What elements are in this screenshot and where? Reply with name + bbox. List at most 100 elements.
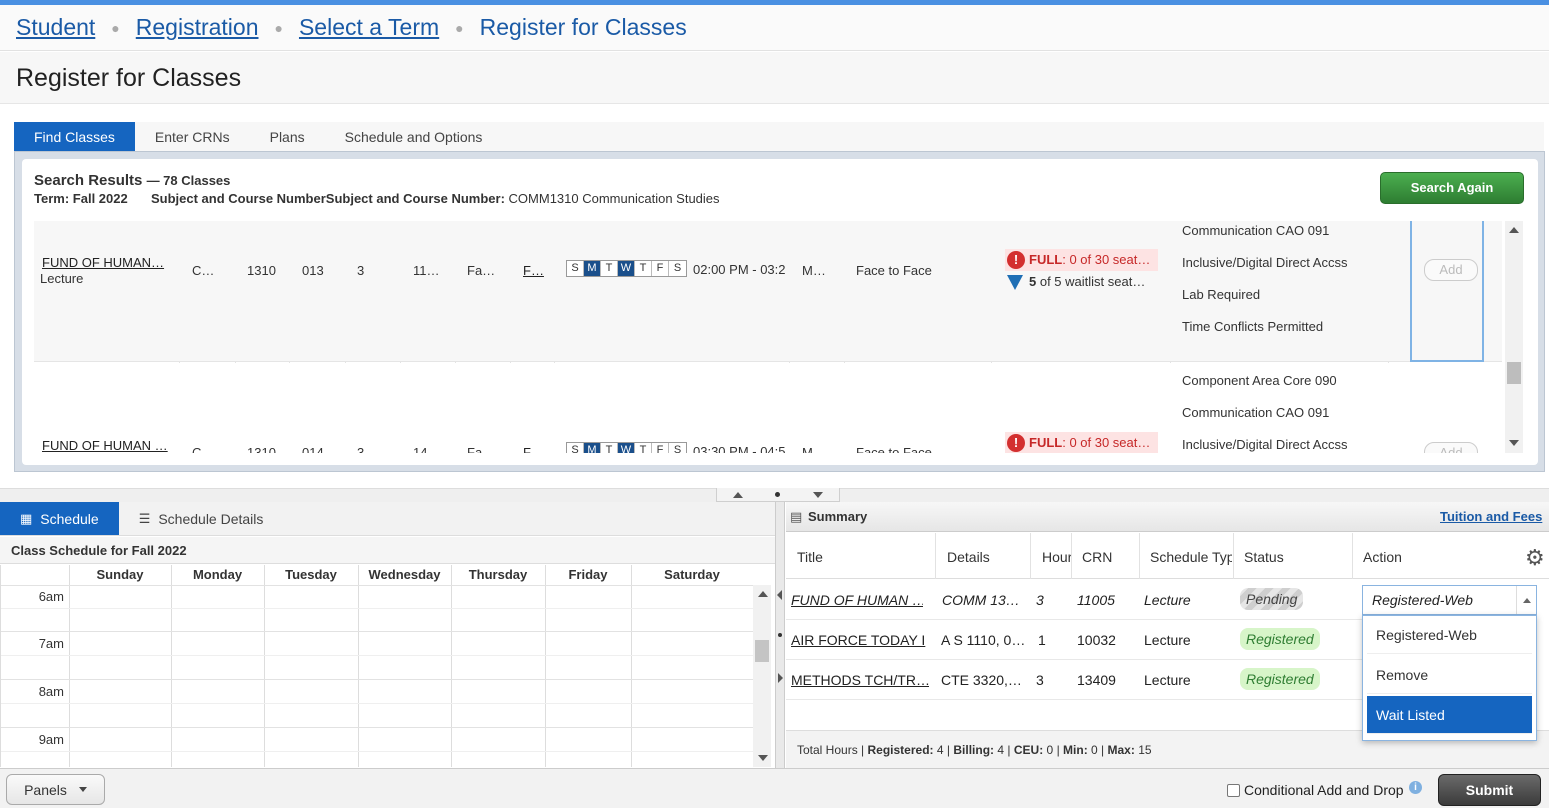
hours: 3 [357, 263, 365, 278]
action-select[interactable]: Registered-Web [1362, 585, 1537, 615]
summary-hours: 1 [1038, 632, 1046, 648]
meeting-days: S M T W T F S [566, 260, 687, 277]
summary-type: Lecture [1144, 672, 1191, 688]
tab-schedule[interactable]: ▦ Schedule [0, 502, 119, 535]
summary-icon: ▤ [790, 509, 803, 524]
tab-find-classes[interactable]: Find Classes [14, 122, 135, 152]
summary-course-title[interactable]: METHODS TCH/TR… [791, 672, 929, 688]
scroll-down-icon[interactable] [1509, 440, 1519, 446]
info-icon[interactable]: i [1409, 781, 1422, 794]
scroll-up-icon[interactable] [1509, 227, 1519, 233]
action-select-toggle[interactable] [1516, 586, 1536, 614]
results-scrollbar[interactable] [1505, 221, 1523, 453]
calendar-day-header: Wednesday [368, 567, 441, 582]
summary-hours: 3 [1036, 592, 1044, 608]
subject-value: COMM1310 Communication Studies [508, 191, 720, 206]
submit-button[interactable]: Submit [1438, 774, 1541, 806]
ceu-value: 0 [1046, 743, 1054, 757]
calendar-day-header: Sunday [96, 567, 144, 582]
breadcrumb: Student ● Registration ● Select a Term ●… [0, 5, 1549, 51]
tab-enter-crns[interactable]: Enter CRNs [135, 122, 250, 152]
crn: 14… [413, 445, 441, 453]
scroll-down-icon[interactable] [758, 755, 768, 761]
calendar-time-label: 7am [38, 636, 64, 651]
attribute: Time Conflicts Permitted [1182, 319, 1324, 334]
schedule-calendar: Sunday Monday Tuesday Wednesday Thursday… [0, 565, 753, 767]
column-action[interactable]: Action [1363, 549, 1402, 565]
conditional-add-drop-checkbox[interactable] [1227, 784, 1240, 797]
conditional-add-drop-label[interactable]: Conditional Add and Drop [1244, 782, 1404, 798]
scroll-up-icon[interactable] [758, 591, 768, 597]
course-title-link[interactable]: FUND OF HUMAN… [42, 255, 164, 270]
action-option-registered-web[interactable]: Registered-Web [1367, 616, 1532, 654]
breadcrumb-separator: ● [455, 19, 464, 36]
min-value: 0 [1091, 743, 1098, 757]
day-saturday: S [669, 443, 686, 453]
calendar-scroll-thumb[interactable] [755, 640, 769, 662]
search-results-title: Search Results [34, 172, 143, 189]
status-badge: Registered [1240, 668, 1320, 690]
summary-details: CTE 3320,… [941, 672, 1022, 688]
tuition-fees-link[interactable]: Tuition and Fees [1440, 509, 1542, 524]
add-button[interactable]: Add [1424, 259, 1478, 281]
term-value: Fall 2022 [72, 191, 128, 206]
main-tabs: Find Classes Enter CRNs Plans Schedule a… [14, 122, 1544, 152]
collapse-left-icon[interactable] [777, 590, 782, 600]
ceu-label: CEU: [1013, 743, 1044, 757]
day-thursday: T [635, 261, 652, 276]
restore-dot-icon[interactable] [775, 492, 781, 497]
day-wednesday: W [618, 261, 635, 276]
term: Fa… [467, 263, 496, 278]
panels-label: Panels [24, 781, 67, 798]
gear-icon[interactable]: ⚙ [1525, 545, 1545, 571]
course-title-link[interactable]: FUND OF HUMAN … [42, 438, 168, 453]
restore-dot-icon[interactable] [778, 633, 782, 637]
tab-plans[interactable]: Plans [250, 122, 325, 152]
collapse-down-icon[interactable] [812, 491, 823, 498]
action-option-remove[interactable]: Remove [1367, 656, 1532, 694]
registered-value: 4 [936, 743, 944, 757]
splitter-controls [716, 488, 840, 502]
column-crn[interactable]: CRN [1082, 549, 1112, 565]
subject: C… [192, 445, 215, 453]
panels-button[interactable]: Panels [6, 774, 105, 805]
collapse-right-icon[interactable] [778, 673, 783, 683]
results-scroll-thumb[interactable] [1507, 362, 1521, 384]
attribute: Communication CAO 091 [1182, 223, 1330, 238]
summary-course-title[interactable]: FUND OF HUMAN … [791, 592, 923, 608]
column-title[interactable]: Title [797, 549, 823, 565]
breadcrumb-select-term[interactable]: Select a Term [299, 14, 439, 41]
day-tuesday: T [601, 443, 618, 453]
schedule-title: Class Schedule for Fall 2022 [0, 537, 775, 564]
summary-crn: 13409 [1077, 672, 1116, 688]
caret-down-icon [78, 787, 87, 792]
action-option-wait-listed[interactable]: Wait Listed [1367, 696, 1532, 734]
min-label: Min: [1063, 743, 1088, 757]
attribute: Lab Required [1182, 287, 1261, 302]
search-again-button[interactable]: Search Again [1380, 172, 1524, 204]
summary-column-headers: Title Details Hour CRN Schedule Typ Stat… [786, 533, 1549, 579]
tab-schedule-options[interactable]: Schedule and Options [325, 122, 503, 152]
breadcrumb-registration[interactable]: Registration [136, 14, 259, 41]
breadcrumb-student[interactable]: Student [16, 14, 95, 41]
tab-schedule-details[interactable]: ☰ Schedule Details [119, 502, 284, 535]
column-hours[interactable]: Hour [1042, 549, 1072, 565]
calendar-day-header: Tuesday [285, 567, 337, 582]
instructor-link[interactable]: F… [523, 263, 544, 278]
column-schedule-type[interactable]: Schedule Typ [1150, 549, 1232, 565]
summary-course-title[interactable]: AIR FORCE TODAY I [791, 632, 929, 648]
calendar-scrollbar[interactable] [753, 585, 771, 767]
course-number: 1310 [247, 263, 276, 278]
breadcrumb-separator: ● [274, 19, 283, 36]
crn: 11… [413, 263, 440, 278]
search-results-heading: Search Results — 78 Classes [34, 172, 230, 189]
add-button[interactable]: Add [1424, 442, 1478, 453]
full-label: FULL [1029, 435, 1063, 450]
instructor-link[interactable]: F… [523, 445, 544, 453]
collapse-up-icon[interactable] [733, 491, 744, 498]
waitlist-icon [1007, 275, 1023, 290]
column-details[interactable]: Details [947, 549, 990, 565]
column-status[interactable]: Status [1244, 549, 1284, 565]
action-options-list: Registered-Web Remove Wait Listed [1362, 615, 1537, 741]
chevron-up-icon [1522, 597, 1531, 603]
